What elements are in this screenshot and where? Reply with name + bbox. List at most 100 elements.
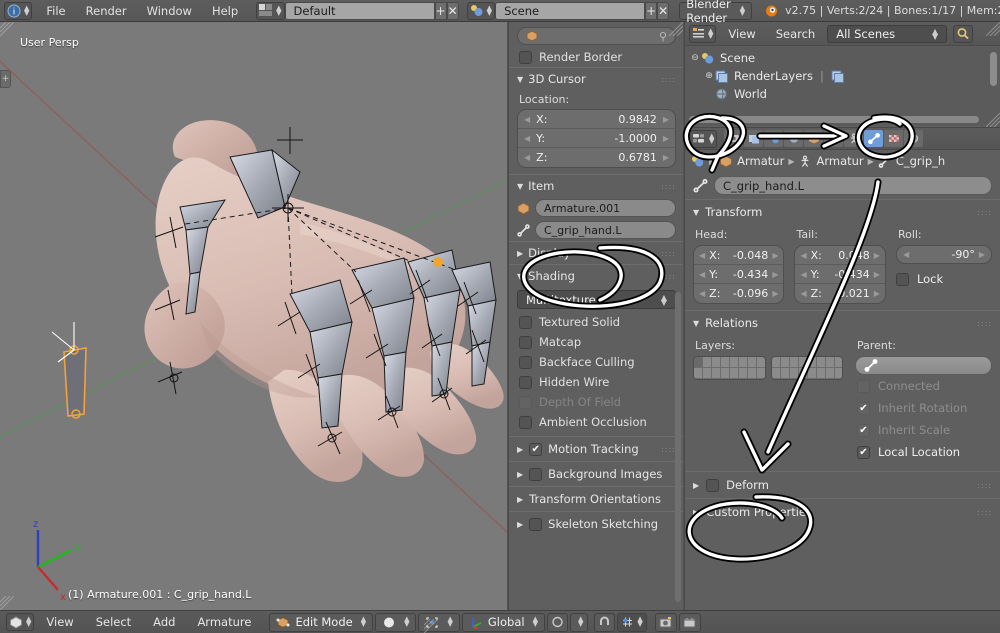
checkbox-textured-solid[interactable]: Textured Solid	[509, 312, 683, 332]
checkbox-local-location[interactable]: ✔ Local Location	[855, 441, 992, 463]
checkbox-box[interactable]	[706, 478, 720, 492]
layer-cell[interactable]	[807, 357, 817, 368]
layer-cell[interactable]	[780, 357, 790, 368]
tab-bone[interactable]	[864, 130, 884, 147]
chevron-right-icon[interactable]: ▶	[772, 270, 778, 279]
corner-grip[interactable]	[0, 22, 14, 36]
search-icon[interactable]	[953, 24, 974, 43]
section-display[interactable]: ▶ Display ::::	[509, 241, 683, 264]
item-object-row[interactable]: Armature.001	[509, 197, 683, 219]
render-animation-button[interactable]	[678, 612, 701, 632]
chevron-updown-icon[interactable]: ▲ ▼	[533, 616, 538, 628]
layer-cell[interactable]	[807, 368, 817, 379]
layer-cell[interactable]	[757, 368, 765, 379]
section-skeleton-sketching[interactable]: ▶ Skeleton Sketching	[509, 511, 683, 536]
view-menu[interactable]: View	[36, 615, 83, 629]
chevron-left-icon[interactable]: ◀	[699, 251, 705, 260]
bone-icon[interactable]	[878, 154, 892, 168]
tab-armature-data[interactable]	[844, 130, 864, 147]
layers-block-2[interactable]	[770, 356, 843, 380]
section-transform-orientations[interactable]: ▶ Transform Orientations	[509, 486, 683, 511]
chevron-left-icon[interactable]: ◀	[699, 289, 705, 298]
section-background-images[interactable]: ▶ Background Images	[509, 461, 683, 486]
tail-x-field[interactable]: ◀ X: 0.048 ▶	[795, 246, 885, 265]
chevron-updown-icon[interactable]: ▲ ▼	[404, 616, 409, 628]
transform-orientation-select[interactable]: Global ▲ ▼	[461, 612, 545, 632]
section-3d-cursor[interactable]: ▼ 3D Cursor ::::	[509, 67, 683, 90]
chevron-updown-icon[interactable]: ▲ ▼	[740, 4, 745, 16]
layer-cell[interactable]	[798, 357, 808, 368]
layer-cell[interactable]	[825, 357, 835, 368]
add-menu[interactable]: Add	[143, 615, 185, 629]
section-deform[interactable]: ▶ Deform ::::	[685, 471, 1000, 498]
layer-cell[interactable]	[739, 368, 748, 379]
object-icon[interactable]	[719, 154, 733, 168]
grip-dots-icon[interactable]: ::::	[977, 208, 992, 217]
tab-object[interactable]	[804, 130, 824, 147]
chevron-right-icon[interactable]: ▶	[874, 289, 880, 298]
layer-cell[interactable]	[834, 368, 843, 379]
select-menu[interactable]: Select	[86, 615, 141, 629]
section-relations[interactable]: ▼ Relations ::::	[685, 310, 1000, 335]
chevron-updown-icon[interactable]: ▲ ▼	[932, 27, 938, 40]
checkbox-backface-culling[interactable]: Backface Culling	[509, 352, 683, 372]
viewport-shading-select[interactable]: ▲ ▼	[375, 612, 417, 632]
screen-layout-field[interactable]: Default	[284, 1, 435, 20]
grip-dots-icon[interactable]: ::::	[661, 182, 676, 191]
delete-scene-button[interactable]: ✕	[657, 1, 670, 20]
local-camera-row[interactable]: ⚲	[509, 25, 683, 47]
outliner-row-scene[interactable]: ⊖ Scene	[685, 49, 1000, 67]
menu-render[interactable]: Render	[76, 2, 137, 20]
layer-cell[interactable]	[825, 368, 835, 379]
snap-target-select[interactable]: ▲ ▼	[617, 612, 647, 632]
scene-icon[interactable]	[691, 155, 705, 168]
3d-view-icon[interactable]: ▲ ▼	[6, 613, 35, 631]
outliner-menu-search[interactable]: Search	[768, 27, 824, 41]
tab-render-layers[interactable]	[744, 130, 764, 147]
collapse-icon[interactable]: ⊖	[689, 53, 701, 63]
checkbox-ambient-occlusion[interactable]: Ambient Occlusion	[509, 412, 683, 432]
layer-cell[interactable]	[798, 368, 808, 379]
tab-world[interactable]	[784, 130, 804, 147]
breadcrumb-armature-label[interactable]: Armatur	[816, 154, 863, 168]
layer-cell[interactable]	[771, 357, 781, 368]
editor-type-selector[interactable]: ▲ ▼	[689, 129, 718, 148]
interaction-mode-select[interactable]: Edit Mode ▲ ▼	[269, 612, 374, 632]
roll-field[interactable]: ◀ -90° ▶	[895, 245, 992, 264]
checkbox-box[interactable]: ✔	[529, 442, 543, 456]
add-scene-button[interactable]: +	[645, 1, 658, 20]
eyedropper-icon[interactable]: ⚲	[659, 30, 667, 43]
layer-cell[interactable]	[739, 357, 748, 368]
bone-layers-grid[interactable]	[693, 356, 843, 380]
corner-grip[interactable]	[0, 596, 14, 610]
cursor-y-field[interactable]: ◀ Y: -1.0000 ▶	[518, 129, 675, 148]
outliner-row-world[interactable]: World	[685, 85, 1000, 103]
chevron-updown-icon[interactable]: ▲ ▼	[661, 293, 667, 306]
bone-name-row[interactable]: C_grip_hand.L	[685, 172, 1000, 199]
head-y-field[interactable]: ◀ Y: -0.434 ▶	[694, 265, 784, 284]
section-shading[interactable]: ▼ Shading ::::	[509, 264, 683, 287]
3d-viewport[interactable]: z y x User Persp (1) Armature.001 : C_gr…	[0, 22, 507, 610]
item-object-field[interactable]: Armature.001	[535, 199, 676, 217]
layer-cell[interactable]	[694, 368, 703, 379]
chevron-updown-icon[interactable]: ▲ ▼	[578, 616, 583, 628]
grip-dots-icon[interactable]: ::::	[661, 75, 676, 84]
chevron-updown-icon[interactable]: ▲ ▼	[24, 4, 29, 16]
chevron-updown-icon[interactable]: ▲ ▼	[361, 616, 366, 628]
chevron-updown-icon[interactable]: ▲ ▼	[26, 616, 31, 628]
layer-cell[interactable]	[730, 357, 739, 368]
snap-magnet-toggle[interactable]	[594, 612, 616, 632]
chevron-left-icon[interactable]: ◀	[800, 289, 806, 298]
lock-checkbox[interactable]: Lock	[895, 264, 992, 290]
chevron-right-icon[interactable]: ▶	[772, 251, 778, 260]
outliner-row-renderlayers[interactable]: ⊕ RenderLayers |	[685, 67, 1000, 85]
tail-z-field[interactable]: ◀ Z: 0.021 ▶	[795, 284, 885, 303]
tab-scene[interactable]	[764, 130, 784, 147]
outliner-icon[interactable]: ▲ ▼	[689, 24, 717, 43]
layer-cell[interactable]	[721, 357, 730, 368]
tail-y-field[interactable]: ◀ Y: -0.434 ▶	[795, 265, 885, 284]
chevron-left-icon[interactable]: ◀	[903, 250, 909, 259]
chevron-right-icon[interactable]: ▶	[979, 250, 985, 259]
outliner-horizontal-scrollbar[interactable]	[689, 116, 979, 123]
layer-cell[interactable]	[748, 357, 757, 368]
